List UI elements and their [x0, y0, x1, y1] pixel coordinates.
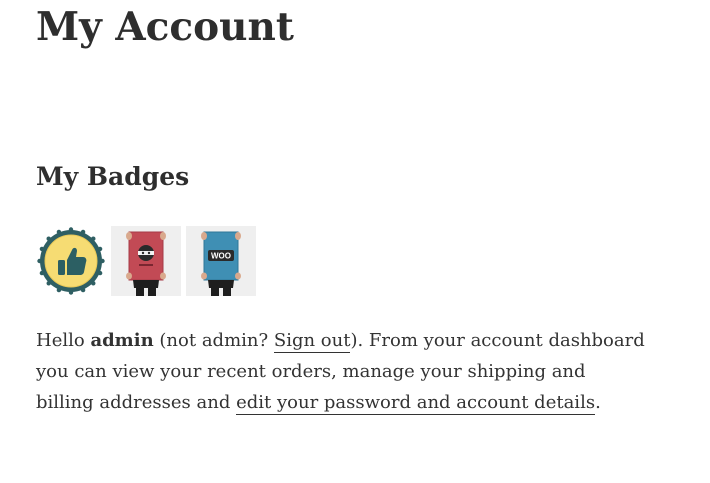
woo-label: WOO: [211, 252, 231, 261]
badges-list: WOO: [36, 226, 256, 296]
sign-out-link[interactable]: Sign out: [273, 330, 351, 353]
dashboard-intro: Hello admin (not admin? Sign out). From …: [36, 325, 646, 418]
thumbs-up-seal-icon: [36, 226, 106, 296]
intro-end-text: .: [595, 392, 601, 413]
edit-account-link[interactable]: edit your password and account details: [236, 392, 596, 415]
woo-poster-badge-icon: WOO: [186, 226, 256, 296]
username: admin: [90, 330, 154, 351]
page-title: My Account: [36, 4, 294, 50]
badges-heading: My Badges: [36, 162, 190, 191]
not-user-text: (not admin?: [159, 330, 269, 351]
hello-text: Hello: [36, 330, 85, 351]
red-poster-badge-icon: [111, 226, 181, 296]
